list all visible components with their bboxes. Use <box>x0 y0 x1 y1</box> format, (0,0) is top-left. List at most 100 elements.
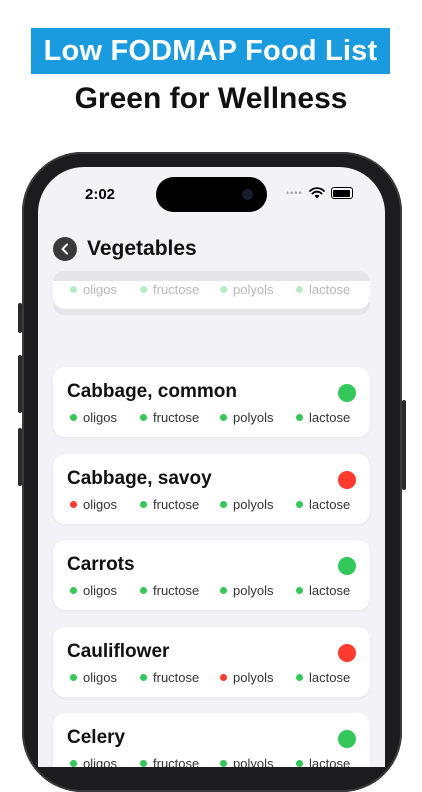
fodmap-tag: fructose <box>140 583 199 598</box>
fodmap-tag: polyols <box>220 410 273 425</box>
tag-dot <box>296 587 303 594</box>
fodmap-tag: polyols <box>220 497 273 512</box>
food-card[interactable]: Carrots oligos fructose polyols lactose <box>53 540 370 610</box>
tag-dot <box>220 414 227 421</box>
tag-dot <box>70 760 77 767</box>
fodmap-tag: lactose <box>296 410 350 425</box>
food-name: Cabbage, savoy <box>67 468 212 489</box>
status-time: 2:02 <box>85 186 116 203</box>
tag-dot <box>220 674 227 681</box>
tag-dot <box>296 674 303 681</box>
tag-dot <box>220 286 227 293</box>
fodmap-tag: oligos <box>70 410 117 425</box>
fodmap-tag: lactose <box>296 497 350 512</box>
status-indicator <box>338 471 356 489</box>
fodmap-tag: polyols <box>220 282 273 297</box>
tag-label: lactose <box>309 497 351 512</box>
tag-label: oligos <box>83 410 117 425</box>
nav-bar: Vegetables <box>53 237 197 261</box>
tag-label: lactose <box>309 756 351 767</box>
tag-label: polyols <box>233 583 274 598</box>
fodmap-tag: oligos <box>70 583 117 598</box>
fodmap-tag: polyols <box>220 670 273 685</box>
phone-power-button <box>402 400 406 490</box>
wifi-icon <box>308 187 325 199</box>
food-name: Carrots <box>67 554 135 575</box>
tag-label: fructose <box>153 670 200 685</box>
status-indicator <box>338 730 356 748</box>
promo-banner: Low FODMAP Food List <box>31 28 390 74</box>
tag-dot <box>220 587 227 594</box>
fodmap-tag: oligos <box>70 756 117 767</box>
food-card[interactable]: Cabbage, common oligos fructose polyols lact… <box>53 367 370 437</box>
back-button[interactable] <box>53 237 77 261</box>
tag-dot <box>140 587 147 594</box>
status-indicator <box>338 557 356 575</box>
tag-label: polyols <box>233 497 274 512</box>
tag-label: lactose <box>309 670 351 685</box>
tag-label: polyols <box>233 670 274 685</box>
status-indicator <box>338 644 356 662</box>
tag-label: fructose <box>153 583 200 598</box>
tag-label: polyols <box>233 756 274 767</box>
tag-dot <box>70 286 77 293</box>
phone-screen: 2:02 •••• Vegetables oligos fructose polyo… <box>38 167 385 767</box>
tag-dot <box>296 760 303 767</box>
page-title: Vegetables <box>87 237 197 260</box>
food-name: Cabbage, common <box>67 381 237 402</box>
tag-dot <box>140 414 147 421</box>
fodmap-tag: oligos <box>70 670 117 685</box>
fodmap-tag: fructose <box>140 497 199 512</box>
fodmap-tag: lactose <box>296 670 350 685</box>
fodmap-tag: lactose <box>296 756 350 767</box>
tag-dot <box>296 414 303 421</box>
signal-icon: •••• <box>286 188 303 198</box>
tag-dot <box>220 760 227 767</box>
fodmap-tag: fructose <box>140 756 199 767</box>
tag-dot <box>140 501 147 508</box>
tag-dot <box>70 674 77 681</box>
fodmap-tag: lactose <box>296 583 350 598</box>
fodmap-tag: fructose <box>140 282 199 297</box>
fodmap-tag: polyols <box>220 583 273 598</box>
tag-dot <box>70 501 77 508</box>
food-card[interactable]: Cabbage, savoy oligos fructose polyols lacto… <box>53 454 370 524</box>
tag-dot <box>296 501 303 508</box>
tag-label: oligos <box>83 670 117 685</box>
tag-label: lactose <box>309 410 351 425</box>
tag-label: polyols <box>233 410 274 425</box>
fodmap-tag: fructose <box>140 410 199 425</box>
fodmap-tag: fructose <box>140 670 199 685</box>
fodmap-tag: oligos <box>70 497 117 512</box>
tag-label: fructose <box>153 497 200 512</box>
status-indicator <box>338 384 356 402</box>
dynamic-island <box>156 177 267 212</box>
tag-label: fructose <box>153 756 200 767</box>
camera-icon <box>242 189 253 200</box>
food-card[interactable]: Cauliflower oligos fructose polyols lactose <box>53 627 370 697</box>
status-icons: •••• <box>286 187 353 199</box>
tag-dot <box>140 760 147 767</box>
food-name: Celery <box>67 727 126 748</box>
fodmap-tag: oligos <box>70 282 117 297</box>
tag-dot <box>296 286 303 293</box>
tag-label: polyols <box>233 282 274 297</box>
tag-label: lactose <box>309 583 351 598</box>
tag-dot <box>220 501 227 508</box>
tag-dot <box>140 674 147 681</box>
fodmap-tag: lactose <box>296 282 350 297</box>
food-name: Cauliflower <box>67 641 170 662</box>
tag-label: oligos <box>83 497 117 512</box>
promo-subtitle: Green for Wellness <box>74 82 348 115</box>
tag-dot <box>70 414 77 421</box>
tag-dot <box>70 587 77 594</box>
food-card[interactable]: Celery oligos fructose polyols lactose <box>53 713 370 767</box>
tag-label: oligos <box>83 282 117 297</box>
tag-label: oligos <box>83 583 117 598</box>
tag-dot <box>140 286 147 293</box>
tag-label: oligos <box>83 756 117 767</box>
chevron-left-icon <box>61 243 68 255</box>
tag-label: lactose <box>309 282 351 297</box>
battery-icon <box>330 187 353 199</box>
fodmap-tag: polyols <box>220 756 273 767</box>
